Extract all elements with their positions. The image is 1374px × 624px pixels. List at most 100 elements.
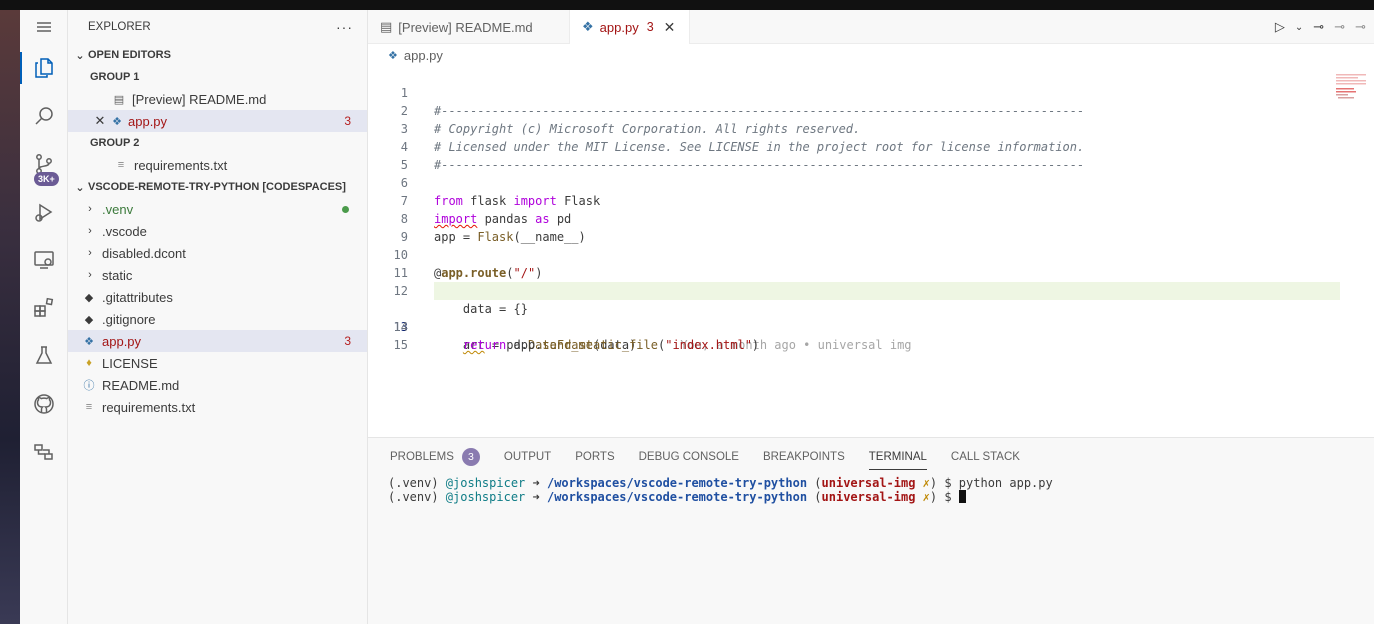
prompt-arrow: ➜ xyxy=(525,476,547,490)
code-token: ) xyxy=(929,490,945,504)
prompt-symbol: $ xyxy=(944,490,959,504)
code-line: 2 # Copyright (c) Microsoft Corporation.… xyxy=(368,84,1374,136)
tree-folder-disabled-dcont[interactable]: › disabled.dcont xyxy=(68,242,367,264)
open-editor-readme-preview[interactable]: ▤ [Preview] README.md xyxy=(68,88,367,110)
breadcrumb-file[interactable]: app.py xyxy=(404,48,443,63)
panel-tab-label: BREAKPOINTS xyxy=(762,451,845,463)
terminal-line: (.venv) @joshspicer ➜ /workspaces/vscode… xyxy=(388,476,1374,490)
code-line: 10 @app.route("/") xyxy=(368,228,1374,280)
tree-file-gitattributes[interactable]: ◆ .gitattributes xyxy=(68,286,367,308)
menu-icon[interactable] xyxy=(20,10,68,44)
function-name: send_static_file xyxy=(542,338,658,352)
remote-icon[interactable] xyxy=(20,430,68,474)
python-file-icon: ❖ xyxy=(84,335,94,348)
explorer-icon[interactable] xyxy=(20,46,68,90)
search-icon[interactable] xyxy=(20,94,68,138)
code-editor[interactable]: 1 #-------------------------------------… xyxy=(368,66,1374,352)
tree-folder-venv[interactable]: › .venv xyxy=(68,198,367,220)
panel-tab-label: PORTS xyxy=(575,451,615,463)
code-token: app. xyxy=(506,338,543,352)
background-edge xyxy=(0,10,20,624)
open-editor-requirements[interactable]: ≡ requirements.txt xyxy=(68,154,367,176)
problem-count: 3 xyxy=(344,334,351,348)
workspace-label: VSCODE-REMOTE-TRY-PYTHON [CODESPACES] xyxy=(88,181,346,193)
chevron-right-icon: › xyxy=(88,203,92,215)
source-control-badge: 3K+ xyxy=(34,172,59,186)
breadcrumb: ❖ app.py xyxy=(368,44,1374,66)
problems-badge: 3 xyxy=(461,448,480,466)
editor-tabs: ▤ [Preview] README.md ❖ app.py 3 ✕ ▷ ⌄ ⊸… xyxy=(368,10,1374,44)
extensions-icon[interactable] xyxy=(20,286,68,330)
tab-problems[interactable]: PROBLEMS 3 xyxy=(390,438,480,476)
testing-icon[interactable] xyxy=(20,334,68,378)
tree-file-app-py[interactable]: ❖ app.py 3 xyxy=(68,330,367,352)
terminal-path: /workspaces/vscode-remote-try-python xyxy=(546,490,808,504)
tree-item-label: README.md xyxy=(102,377,180,393)
modified-dot xyxy=(342,205,349,213)
chevron-down-icon[interactable]: ⌄ xyxy=(1295,22,1303,33)
code-line: 9 xyxy=(368,210,1374,244)
venv-label: (.venv) xyxy=(388,490,446,504)
panel-tab-label: DEBUG CONSOLE xyxy=(638,451,739,463)
current-line-highlight xyxy=(434,282,1340,300)
tab-call-stack[interactable]: CALL STACK xyxy=(951,438,1020,476)
code-line: 14 return app.send_static_file("index.ht… xyxy=(368,300,1374,352)
open-editors-label: OPEN EDITORS xyxy=(88,49,171,61)
open-editor-app-py[interactable]: ✕ ❖ app.py 3 xyxy=(68,110,367,132)
chevron-right-icon: › xyxy=(88,247,92,259)
tab-label: [Preview] README.md xyxy=(398,19,533,35)
github-icon[interactable] xyxy=(20,382,68,426)
tree-item-label: static xyxy=(102,267,133,283)
tab-readme-preview[interactable]: ▤ [Preview] README.md xyxy=(368,10,570,44)
explorer-sidebar: EXPLORER ··· ⌄ OPEN EDITORS GROUP 1 ▤ [P… xyxy=(68,10,368,624)
source-control-icon[interactable]: 3K+ xyxy=(20,142,68,186)
git-icon: ◆ xyxy=(84,313,94,326)
close-icon[interactable]: ✕ xyxy=(92,113,108,129)
run-icon[interactable]: ▷ xyxy=(1275,19,1285,35)
tree-file-readme[interactable]: ⓘ README.md xyxy=(68,374,367,396)
code-token: ( xyxy=(807,476,822,490)
timeline-icon[interactable]: ⊸ xyxy=(1313,19,1324,35)
commit-icon[interactable]: ⊸ xyxy=(1334,19,1345,35)
more-actions-icon[interactable]: ··· xyxy=(336,19,353,35)
tree-file-license[interactable]: ♦ LICENSE xyxy=(68,352,367,374)
chevron-right-icon: › xyxy=(88,269,92,281)
tree-file-gitignore[interactable]: ◆ .gitignore xyxy=(68,308,367,330)
workspace-section[interactable]: ⌄ VSCODE-REMOTE-TRY-PYTHON [CODESPACES] xyxy=(68,176,367,198)
tab-app-py[interactable]: ❖ app.py 3 ✕ xyxy=(570,10,690,44)
tree-file-requirements[interactable]: ≡ requirements.txt xyxy=(68,396,367,418)
commit-icon[interactable]: ⊸ xyxy=(1355,19,1366,35)
panel-tabs: PROBLEMS 3 OUTPUT PORTS DEBUG CONSOLE BR… xyxy=(368,438,1374,476)
close-icon[interactable]: ✕ xyxy=(664,19,676,36)
tab-debug-console[interactable]: DEBUG CONSOLE xyxy=(639,438,739,476)
editor-actions: ▷ ⌄ ⊸ ⊸ ⊸ xyxy=(1275,10,1374,44)
chevron-right-icon: › xyxy=(88,225,92,237)
tab-output[interactable]: OUTPUT xyxy=(504,438,551,476)
group1-header[interactable]: GROUP 1 xyxy=(68,66,367,88)
open-editors-section[interactable]: ⌄ OPEN EDITORS xyxy=(68,44,367,66)
license-icon: ♦ xyxy=(86,357,92,369)
group1-label: GROUP 1 xyxy=(90,71,140,83)
tab-breakpoints[interactable]: BREAKPOINTS xyxy=(763,438,845,476)
python-file-icon: ❖ xyxy=(582,19,594,34)
prompt-arrow: ➜ xyxy=(525,490,547,504)
dirty-marker: ✗ xyxy=(915,476,930,490)
code-line: 1 #-------------------------------------… xyxy=(368,66,1374,118)
minimap[interactable] xyxy=(1336,74,1366,100)
tree-folder-static[interactable]: › static xyxy=(68,264,367,286)
tab-ports[interactable]: PORTS xyxy=(575,438,614,476)
tab-terminal[interactable]: TERMINAL xyxy=(868,438,928,476)
terminal[interactable]: (.venv) @joshspicer ➜ /workspaces/vscode… xyxy=(368,476,1374,504)
keyword: return xyxy=(462,338,507,352)
run-debug-icon[interactable] xyxy=(20,190,68,234)
tree-item-label: .venv xyxy=(102,201,134,217)
code-token: ) xyxy=(751,338,760,352)
tab-label: app.py xyxy=(599,19,639,35)
open-editor-label: [Preview] README.md xyxy=(132,91,267,107)
remote-explorer-icon[interactable] xyxy=(20,238,68,282)
tree-folder-vscode[interactable]: › .vscode xyxy=(68,220,367,242)
group2-header[interactable]: GROUP 2 xyxy=(68,132,367,154)
problem-count: 3 xyxy=(344,114,351,128)
code-line: 12 data = {} xyxy=(368,264,1374,316)
tree-item-label: disabled.dcont xyxy=(102,245,186,261)
